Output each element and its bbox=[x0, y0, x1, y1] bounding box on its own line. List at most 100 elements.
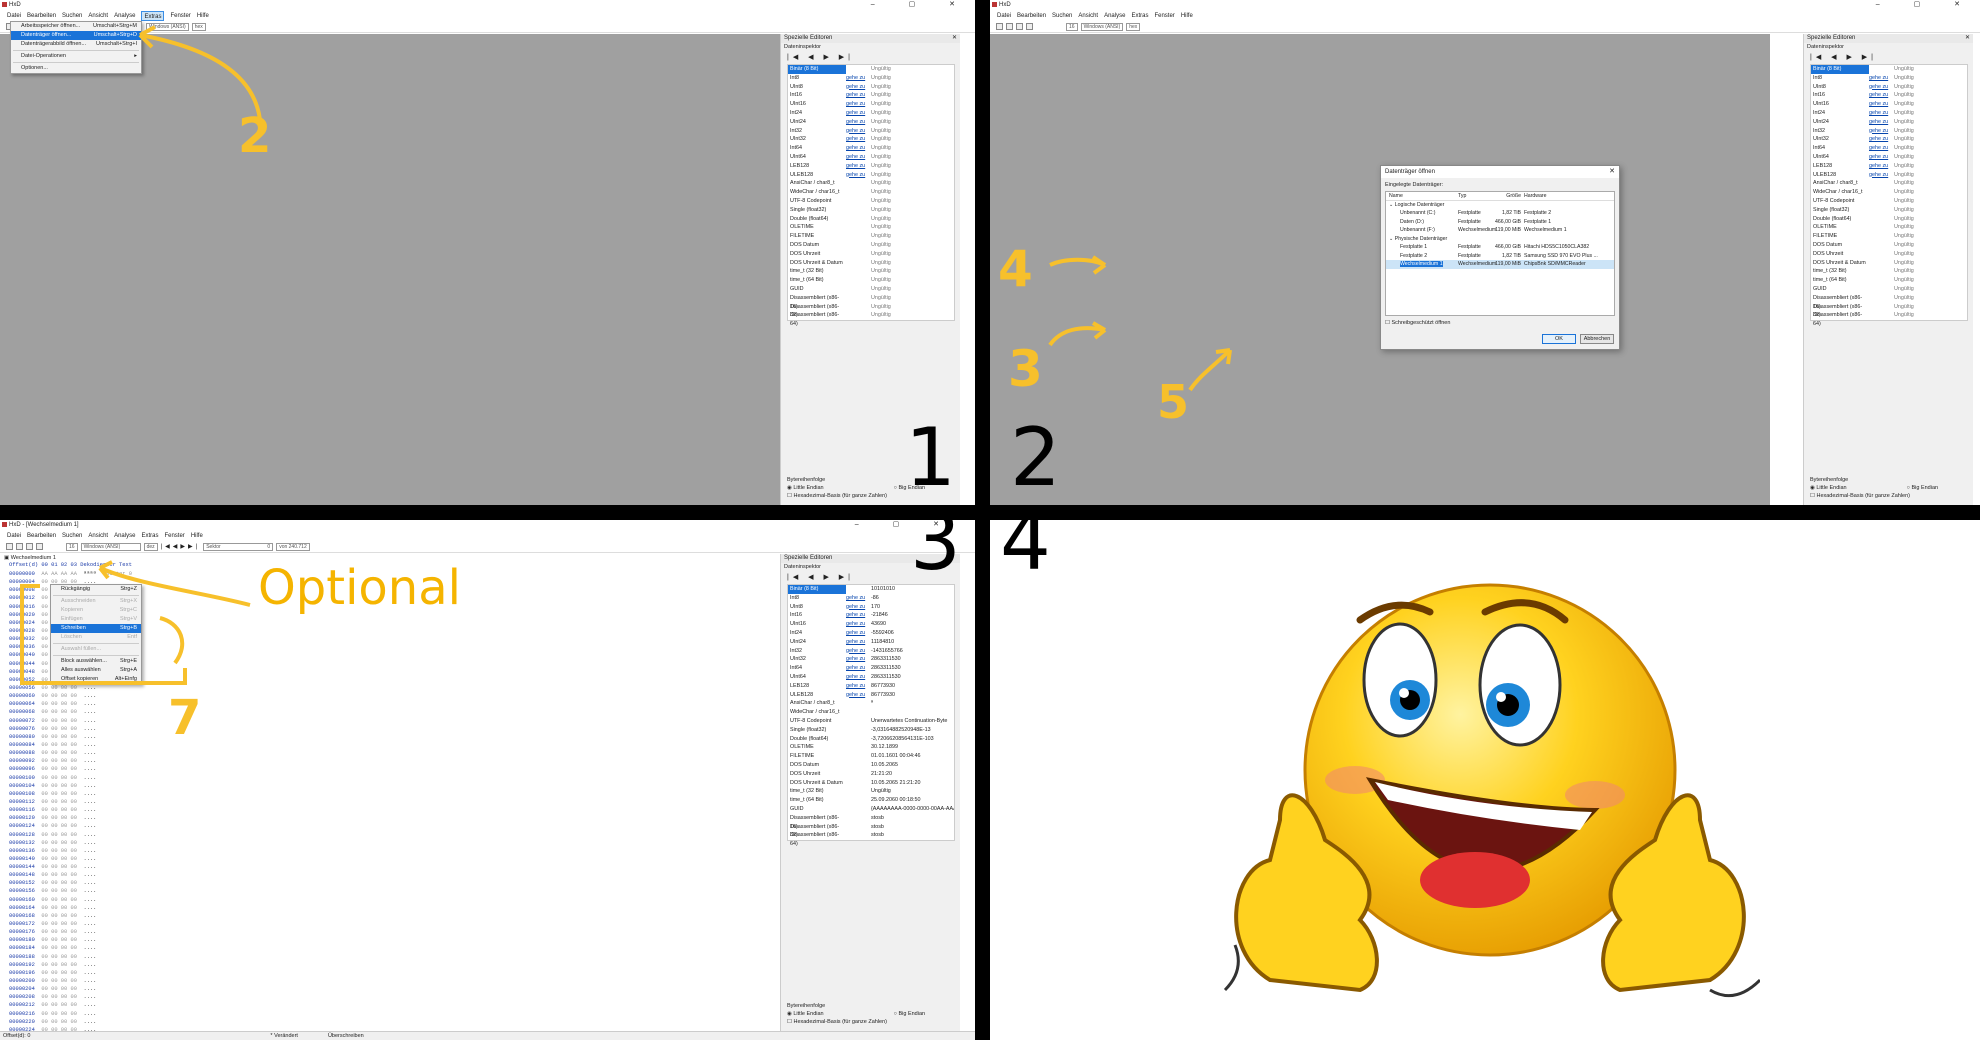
save-icon[interactable] bbox=[26, 543, 33, 550]
inspector-row[interactable]: Disassembliert (x86-32) stosb bbox=[788, 823, 954, 839]
goto-link[interactable]: gehe zu bbox=[846, 673, 871, 682]
inspector-row[interactable]: UInt16 gehe zu Ungültig bbox=[788, 100, 954, 109]
little-endian-radio[interactable]: ◉ Little Endian bbox=[787, 1011, 824, 1017]
goto-link[interactable]: gehe zu bbox=[846, 691, 871, 700]
hex-row[interactable]: 00000184 00 00 00 00 .... bbox=[0, 944, 775, 952]
inspector-row[interactable]: OLETIME Ungültig bbox=[1811, 223, 1967, 232]
open-icon[interactable] bbox=[16, 543, 23, 550]
inspector-row[interactable]: UInt16 gehe zu Ungültig bbox=[1811, 100, 1967, 109]
inspector-row[interactable]: DOS Uhrzeit 21:21:20 bbox=[788, 770, 954, 779]
inspector-row[interactable]: FILETIME 01.01.1601 00:04:46 bbox=[788, 752, 954, 761]
big-endian-radio[interactable]: ○ Big Endian bbox=[1907, 485, 1938, 491]
hex-row[interactable]: 00000192 00 00 00 00 .... bbox=[0, 961, 775, 969]
menu-extras[interactable]: Extras bbox=[141, 531, 158, 541]
col-size[interactable]: Größe bbox=[1494, 192, 1524, 200]
inspector-row[interactable]: Int8 gehe zu -86 bbox=[788, 594, 954, 603]
inspector-row[interactable]: DOS Uhrzeit & Datum Ungültig bbox=[1811, 259, 1967, 268]
inspector-row[interactable]: LEB128 gehe zu Ungültig bbox=[788, 162, 954, 171]
menu-analyse[interactable]: Analyse bbox=[1104, 11, 1125, 21]
hex-row[interactable]: 00000208 00 00 00 00 .... bbox=[0, 993, 775, 1001]
inspector-row[interactable]: Int64 gehe zu 2863311530 bbox=[788, 664, 954, 673]
hex-row[interactable]: 00000176 00 00 00 00 .... bbox=[0, 928, 775, 936]
inspector-row[interactable]: DOS Uhrzeit Ungültig bbox=[788, 250, 954, 259]
print-icon[interactable] bbox=[1026, 23, 1033, 30]
goto-link[interactable]: gehe zu bbox=[846, 127, 871, 136]
disk-row[interactable]: Wechselmedium 1 Wechselmedium 119,00 MiB Ch… bbox=[1386, 260, 1614, 269]
inspector-row[interactable]: Int32 gehe zu Ungültig bbox=[1811, 127, 1967, 136]
menu-suchen[interactable]: Suchen bbox=[1052, 11, 1072, 21]
charset-select[interactable]: Windows (ANSI) bbox=[1080, 22, 1124, 31]
col-name[interactable]: Name bbox=[1386, 192, 1458, 200]
hex-row[interactable]: 00000084 00 00 00 00 .... bbox=[0, 741, 775, 749]
disk-row[interactable]: ⌄ Physische Datenträger bbox=[1386, 235, 1614, 244]
inspector-row[interactable]: Double (float64) -3,72066208564131E-103 bbox=[788, 735, 954, 744]
inspector-row[interactable]: UInt24 gehe zu Ungültig bbox=[788, 118, 954, 127]
inspector-row[interactable]: GUID{AAAAAAAA-0000-0000-00AA-AAAAAAAAAAA… bbox=[788, 805, 954, 814]
little-endian-radio[interactable]: ◉ Little Endian bbox=[787, 485, 824, 491]
inspector-row[interactable]: UTF-8 Codepoint Ungültig bbox=[1811, 197, 1967, 206]
goto-link[interactable]: gehe zu bbox=[846, 100, 871, 109]
hex-row[interactable]: 00000104 00 00 00 00 .... bbox=[0, 782, 775, 790]
inspector-row[interactable]: Int8 gehe zu Ungültig bbox=[1811, 74, 1967, 83]
hex-row[interactable]: 00000148 00 00 00 00 .... bbox=[0, 871, 775, 879]
hex-row[interactable]: 00000140 00 00 00 00 .... bbox=[0, 855, 775, 863]
col-hardware[interactable]: Hardware bbox=[1524, 192, 1614, 200]
hex-row[interactable]: 00000160 00 00 00 00 .... bbox=[0, 896, 775, 904]
inspector-row[interactable]: FILETIME Ungültig bbox=[788, 232, 954, 241]
goto-link[interactable]: gehe zu bbox=[846, 153, 871, 162]
goto-link[interactable]: gehe zu bbox=[1869, 100, 1894, 109]
menu-suchen[interactable]: Suchen bbox=[62, 531, 82, 541]
menu-fenster[interactable]: Fenster bbox=[1154, 11, 1174, 21]
cancel-button[interactable]: Abbrechen bbox=[1580, 334, 1614, 344]
menu-bearbeiten[interactable]: Bearbeiten bbox=[27, 531, 56, 541]
inspector-row[interactable]: AnsiChar / char8_t Ungültig bbox=[1811, 179, 1967, 188]
goto-link[interactable]: gehe zu bbox=[846, 655, 871, 664]
close-icon[interactable]: ✕ bbox=[1609, 167, 1615, 175]
sector-nav[interactable]: |◀◀▶▶| bbox=[161, 543, 201, 550]
goto-link[interactable]: gehe zu bbox=[846, 620, 871, 629]
inspector-row[interactable]: WideChar / char16_t Ungültig bbox=[1811, 188, 1967, 197]
inspector-row[interactable]: Disassembliert (x86-16) stosb bbox=[788, 814, 954, 830]
menu-bearbeiten[interactable]: Bearbeiten bbox=[1017, 11, 1046, 21]
inspector-row[interactable]: DOS Datum Ungültig bbox=[788, 241, 954, 250]
goto-link[interactable]: gehe zu bbox=[846, 118, 871, 127]
hex-row[interactable]: 00000212 00 00 00 00 .... bbox=[0, 1001, 775, 1009]
goto-link[interactable]: gehe zu bbox=[1869, 74, 1894, 83]
goto-link[interactable]: gehe zu bbox=[1869, 109, 1894, 118]
inspector-row[interactable]: Double (float64) Ungültig bbox=[1811, 215, 1967, 224]
goto-link[interactable]: gehe zu bbox=[846, 83, 871, 92]
inspector-row[interactable]: UInt32 gehe zu Ungültig bbox=[1811, 135, 1967, 144]
ok-button[interactable]: OK bbox=[1542, 334, 1576, 344]
new-file-icon[interactable] bbox=[996, 23, 1003, 30]
close-icon[interactable]: ✕ bbox=[952, 34, 957, 43]
disk-row[interactable]: Unbenannt (F:) Wechselmedium 119,00 MiB Wec… bbox=[1386, 226, 1614, 235]
hex-row[interactable]: 00000108 00 00 00 00 .... bbox=[0, 790, 775, 798]
window-controls[interactable]: – ▢ ✕ bbox=[1876, 0, 1976, 8]
goto-link[interactable]: gehe zu bbox=[846, 611, 871, 620]
inspector-row[interactable]: Disassembliert (x86-32) Ungültig bbox=[1811, 303, 1967, 319]
menu-hilfe[interactable]: Hilfe bbox=[191, 531, 203, 541]
inspector-row[interactable]: Binär (8 Bit) Ungültig bbox=[788, 65, 954, 74]
hex-row[interactable]: 00000172 00 00 00 00 .... bbox=[0, 920, 775, 928]
menu-analyse[interactable]: Analyse bbox=[114, 11, 135, 21]
menu-datei[interactable]: Datei bbox=[7, 11, 21, 21]
open-icon[interactable] bbox=[1006, 23, 1013, 30]
goto-link[interactable]: gehe zu bbox=[846, 638, 871, 647]
goto-link[interactable]: gehe zu bbox=[1869, 162, 1894, 171]
inspector-row[interactable]: DOS Uhrzeit & Datum Ungültig bbox=[788, 259, 954, 268]
inspector-row[interactable]: Int16 gehe zu Ungültig bbox=[1811, 91, 1967, 100]
disk-row[interactable]: Daten (D:) Festplatte 466,00 GiB Festplatte… bbox=[1386, 218, 1614, 227]
hex-row[interactable]: 00000112 00 00 00 00 .... bbox=[0, 798, 775, 806]
menu-extras[interactable]: Extras bbox=[1131, 11, 1148, 21]
inspector-row[interactable]: DOS Datum Ungültig bbox=[1811, 241, 1967, 250]
inspector-row[interactable]: OLETIME 30.12.1899 bbox=[788, 743, 954, 752]
print-icon[interactable] bbox=[36, 543, 43, 550]
disk-row[interactable]: Festplatte 1 Festplatte 466,00 GiB Hitachi … bbox=[1386, 243, 1614, 252]
goto-link[interactable]: gehe zu bbox=[1869, 127, 1894, 136]
menu-fenster[interactable]: Fenster bbox=[170, 11, 190, 21]
inspector-row[interactable]: LEB128 gehe zu 86773930 bbox=[788, 682, 954, 691]
inspector-row[interactable]: Int16 gehe zu -21846 bbox=[788, 611, 954, 620]
goto-link[interactable]: gehe zu bbox=[1869, 91, 1894, 100]
goto-link[interactable]: gehe zu bbox=[846, 629, 871, 638]
inspector-row[interactable]: Int32 gehe zu -1431655766 bbox=[788, 647, 954, 656]
